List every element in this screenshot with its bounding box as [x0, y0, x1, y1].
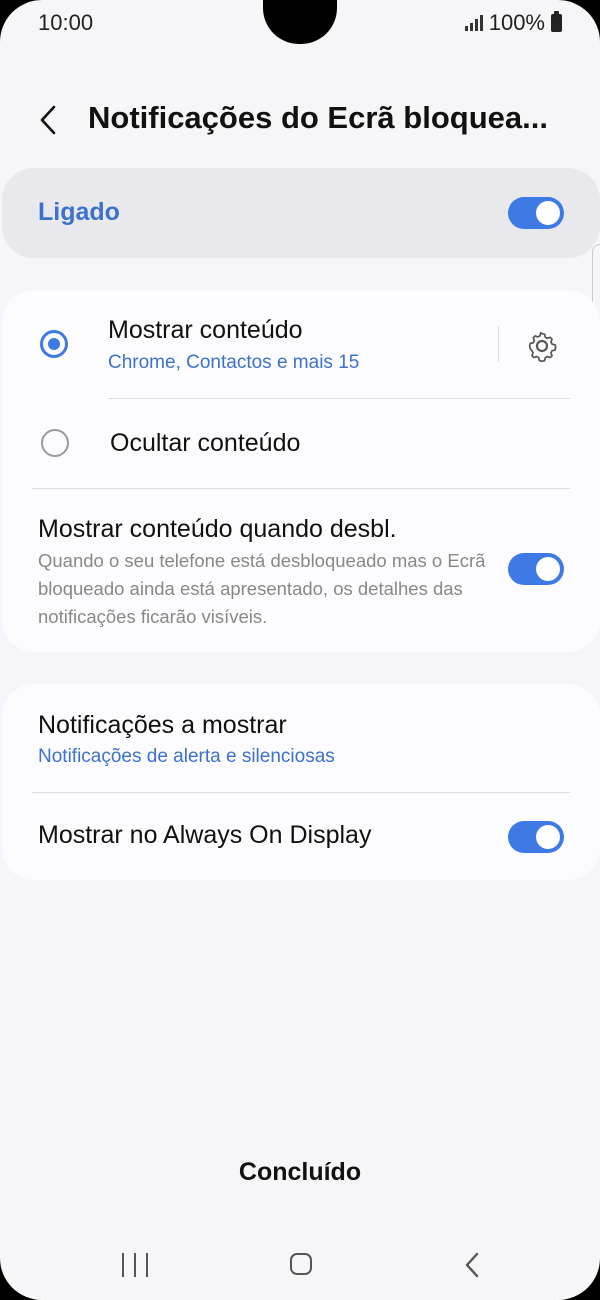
- battery-icon: [551, 11, 562, 32]
- notifications-to-show-row[interactable]: Notificações a mostrar Notificações de a…: [2, 684, 600, 792]
- show-content-title: Mostrar conteúdo: [108, 316, 303, 344]
- recents-icon[interactable]: [122, 1253, 148, 1277]
- always-on-display-toggle[interactable]: [508, 821, 564, 853]
- show-unlocked-toggle[interactable]: [508, 553, 564, 585]
- notifications-to-show-title: Notificações a mostrar: [38, 711, 287, 739]
- hide-content-title: Ocultar conteúdo: [110, 429, 301, 457]
- always-on-display-title: Mostrar no Always On Display: [38, 821, 372, 849]
- vertical-divider: [498, 326, 499, 362]
- nav-back-icon[interactable]: [460, 1250, 484, 1280]
- battery-percentage: 100%: [488, 10, 545, 35]
- screen: 10:00 100% Notificações do Ecrã bloquea.…: [0, 0, 600, 1300]
- page-title: Notificações do Ecrã bloquea...: [88, 100, 548, 135]
- show-content-radio[interactable]: [40, 330, 68, 358]
- chevron-left-icon: [465, 1252, 479, 1278]
- master-toggle[interactable]: [508, 197, 564, 229]
- master-switch-row[interactable]: Ligado: [2, 168, 600, 258]
- done-button[interactable]: Concluído: [200, 1150, 400, 1194]
- gear-icon: [528, 331, 557, 363]
- always-on-display-row[interactable]: Mostrar no Always On Display: [2, 793, 600, 879]
- hide-content-option[interactable]: Ocultar conteúdo: [2, 399, 600, 487]
- master-switch-label: Ligado: [38, 198, 120, 226]
- status-time: 10:00: [38, 10, 94, 35]
- back-button[interactable]: [30, 98, 70, 142]
- show-unlocked-description: Quando o seu telefone está desbloqueado …: [38, 550, 486, 627]
- hide-content-radio[interactable]: [41, 429, 69, 457]
- content-options-card: Mostrar conteúdo Chrome, Contactos e mai…: [2, 290, 600, 652]
- status-bar: 10:00 100%: [0, 0, 600, 48]
- chevron-left-icon: [40, 105, 56, 135]
- navigation-bar: [0, 1236, 600, 1296]
- status-indicators: 100%: [464, 10, 562, 36]
- header: Notificações do Ecrã bloquea...: [0, 90, 600, 150]
- show-content-subtitle: Chrome, Contactos e mais 15: [108, 352, 360, 373]
- display-options-card: Notificações a mostrar Notificações de a…: [2, 684, 600, 880]
- show-content-option[interactable]: Mostrar conteúdo Chrome, Contactos e mai…: [2, 290, 498, 398]
- home-icon[interactable]: [290, 1253, 312, 1275]
- show-unlocked-row[interactable]: Mostrar conteúdo quando desbl. Quando o …: [2, 489, 600, 649]
- show-content-settings-button[interactable]: [522, 326, 562, 366]
- notifications-to-show-subtitle: Notificações de alerta e silenciosas: [38, 746, 335, 767]
- show-unlocked-title: Mostrar conteúdo quando desbl.: [38, 515, 397, 543]
- signal-icon: [464, 15, 483, 31]
